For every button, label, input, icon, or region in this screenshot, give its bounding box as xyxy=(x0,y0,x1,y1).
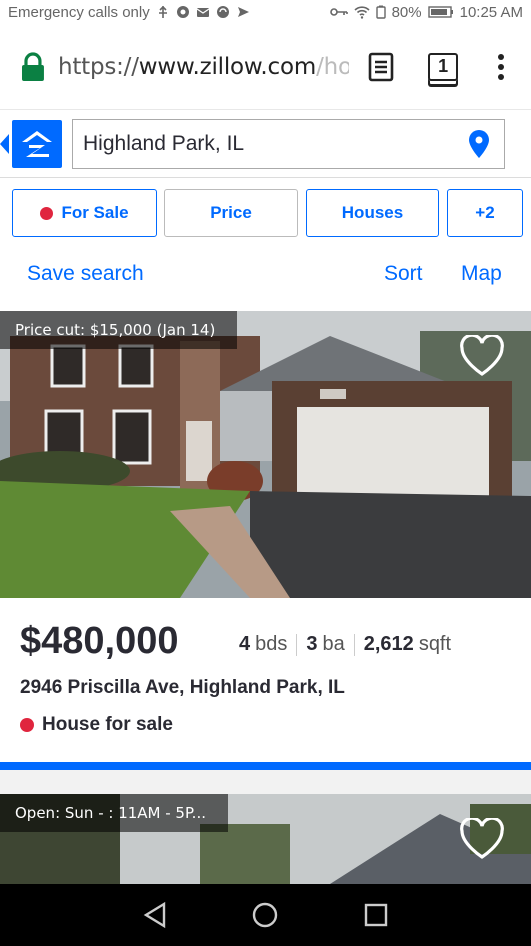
recents-nav-icon[interactable] xyxy=(363,902,389,928)
tabs-icon: 1 xyxy=(428,52,459,81)
usb-icon xyxy=(158,5,167,18)
for-sale-dot-icon xyxy=(40,206,54,220)
send-icon xyxy=(237,7,249,17)
listing-price: $480,000 xyxy=(20,620,179,662)
listing-facts: 4 bds 3 ba 2,612 sqft xyxy=(239,633,451,656)
save-home-heart-icon[interactable] xyxy=(459,335,505,377)
search-input[interactable]: Highland Park, IL xyxy=(72,119,505,169)
sqft-unit: sqft xyxy=(418,633,452,655)
house-photo-image xyxy=(0,311,531,598)
houses-label: Houses xyxy=(341,203,404,222)
sort-link[interactable]: Sort xyxy=(384,262,423,286)
reader-mode-button[interactable] xyxy=(363,49,399,85)
baths-unit: ba xyxy=(322,633,345,655)
more-filters-label: +2 xyxy=(475,203,495,222)
overflow-menu-icon xyxy=(498,53,505,80)
battery-icon xyxy=(427,6,453,18)
listing-status-label: House for sale xyxy=(42,714,173,735)
price-cut-tag: Price cut: $15,000 (Jan 14) xyxy=(0,311,238,349)
facts-divider xyxy=(353,633,355,656)
card-divider xyxy=(0,762,531,770)
system-nav-bar xyxy=(0,884,531,946)
beds-unit: bds xyxy=(255,633,288,655)
url-scheme: https:// xyxy=(57,53,139,80)
url-path: /ho xyxy=(316,53,350,80)
houses-filter-button[interactable]: Houses xyxy=(306,189,439,237)
price-filter-button[interactable]: Price xyxy=(164,189,298,237)
listing-photo[interactable]: Open: Sun - : 11AM - 5P... xyxy=(0,794,531,884)
battery-alert-icon xyxy=(375,5,386,19)
vpn-key-icon xyxy=(329,8,348,16)
search-value: Highland Park, IL xyxy=(83,132,245,155)
sync-icon xyxy=(216,6,229,18)
back-icon[interactable] xyxy=(0,134,9,154)
save-search-link[interactable]: Save search xyxy=(27,262,144,286)
results-actions: Save search Sort Map xyxy=(0,258,531,294)
listing-address[interactable]: 2946 Priscilla Ave, Highland Park, IL xyxy=(20,677,345,699)
mail-icon xyxy=(196,8,210,17)
sqft-value: 2,612 xyxy=(363,633,414,655)
more-filters-button[interactable]: +2 xyxy=(447,189,523,237)
carrier-status-text: Emergency calls only xyxy=(8,3,150,21)
for-sale-filter-button[interactable]: For Sale xyxy=(12,189,157,237)
listing-photo[interactable]: Price cut: $15,000 (Jan 14) xyxy=(0,311,531,598)
wifi-icon xyxy=(354,6,370,19)
save-home-heart-icon[interactable] xyxy=(459,818,505,860)
site-header: Highland Park, IL xyxy=(0,110,531,178)
open-house-tag: Open: Sun - : 11AM - 5P... xyxy=(0,794,228,832)
status-bar: Emergency calls only 80% 10:25 AM xyxy=(0,0,531,24)
zillow-z-icon xyxy=(22,131,52,157)
battery-percent: 80% xyxy=(391,3,422,21)
status-dot-icon xyxy=(20,718,34,732)
lock-icon[interactable] xyxy=(20,51,46,82)
zillow-logo[interactable] xyxy=(12,120,62,168)
map-link[interactable]: Map xyxy=(461,262,502,286)
baths-value: 3 xyxy=(306,633,318,655)
location-pin-icon[interactable] xyxy=(468,129,490,159)
url-bar[interactable]: https://www.zillow.com/ho xyxy=(58,54,349,80)
beds-value: 4 xyxy=(239,633,251,655)
tabs-button[interactable]: 1 xyxy=(425,49,461,85)
reader-mode-icon xyxy=(368,52,394,81)
url-host: www.zillow.com xyxy=(138,53,317,80)
home-nav-icon[interactable] xyxy=(251,901,279,929)
listing-status: House for sale xyxy=(20,714,173,736)
overflow-menu-button[interactable] xyxy=(483,49,519,85)
card-gap xyxy=(0,770,531,794)
app-notification-icon xyxy=(176,6,189,18)
browser-toolbar: https://www.zillow.com/ho 1 xyxy=(0,24,531,110)
for-sale-label: For Sale xyxy=(61,203,129,222)
price-label: Price xyxy=(210,203,252,222)
facts-divider xyxy=(296,633,298,656)
back-nav-icon[interactable] xyxy=(142,901,168,929)
filter-bar: For Sale Price Houses +2 xyxy=(12,189,523,237)
clock: 10:25 AM xyxy=(459,3,523,21)
